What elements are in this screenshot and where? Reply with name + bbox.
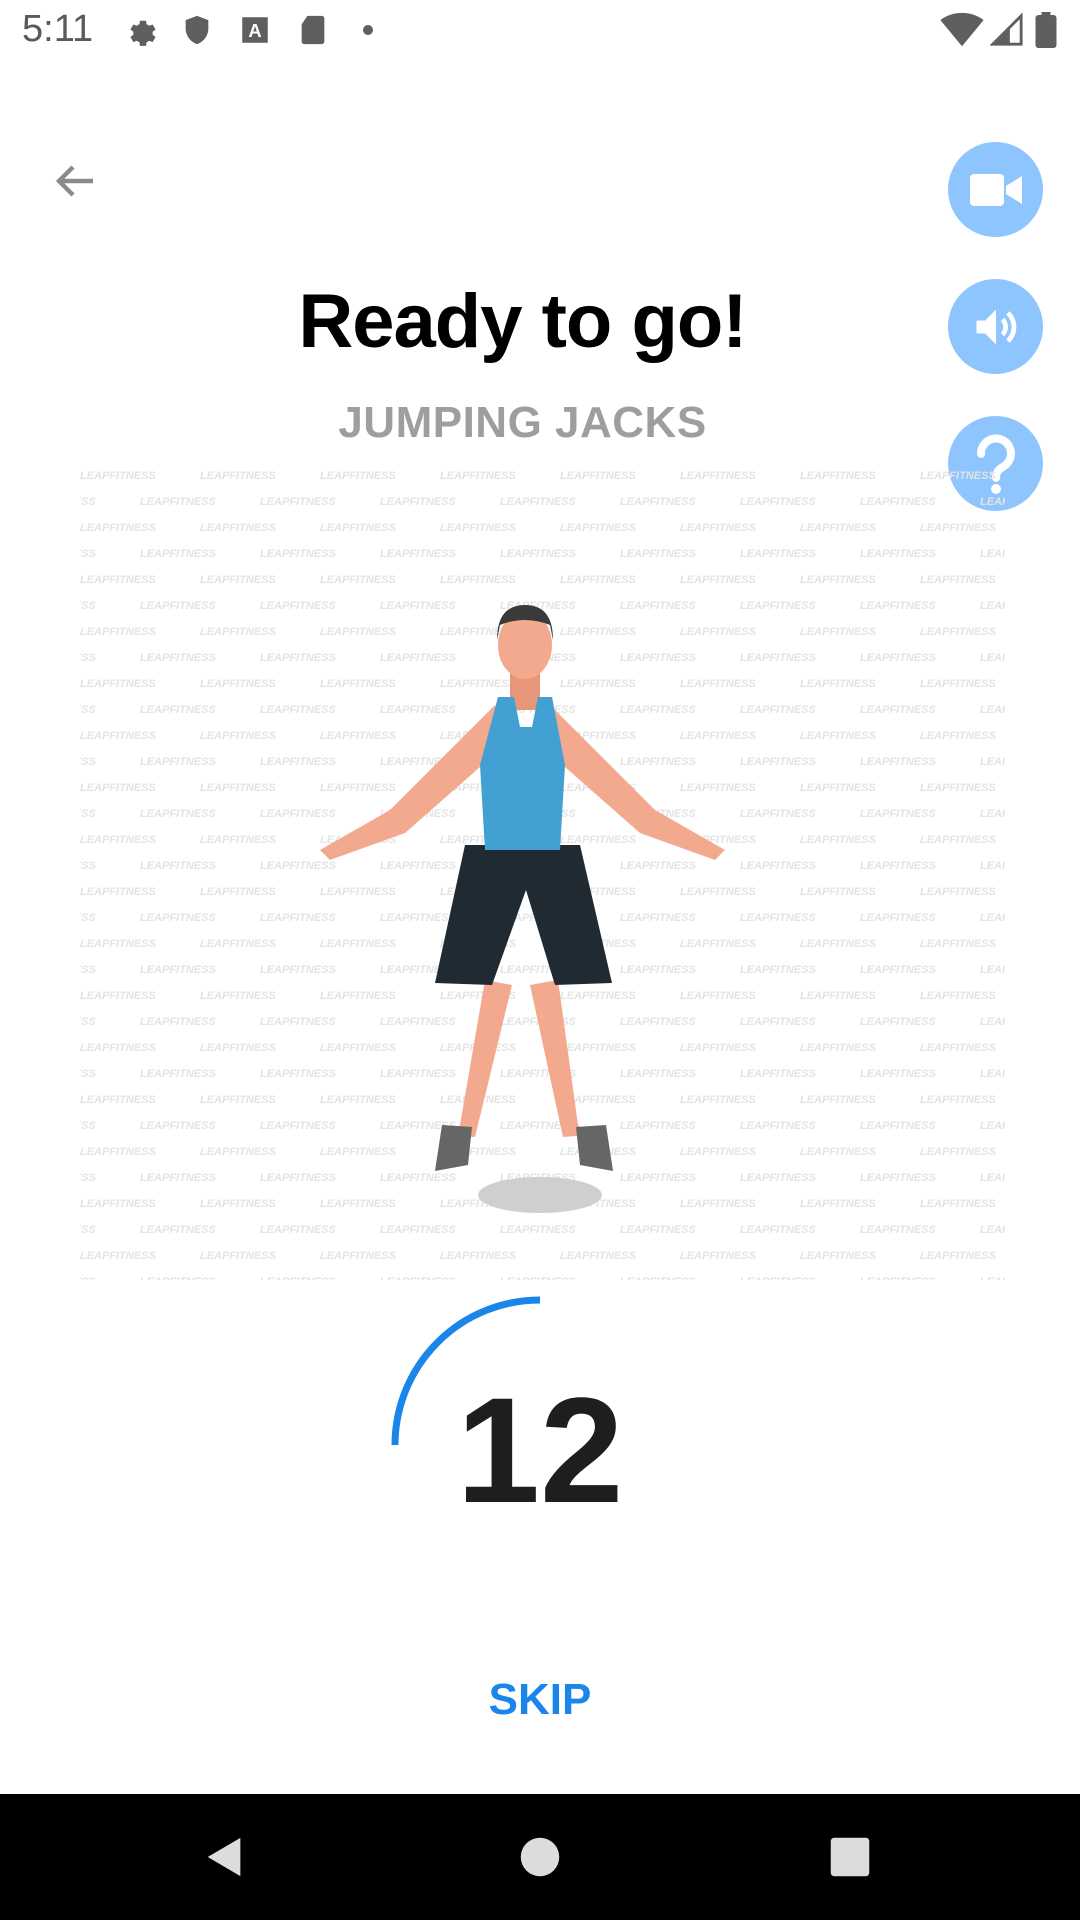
status-time: 5:11 xyxy=(22,8,94,50)
a-badge-icon: A xyxy=(242,17,268,43)
dot-icon xyxy=(363,25,373,35)
signal-icon xyxy=(990,12,1023,46)
recents-square-icon xyxy=(830,1837,870,1877)
status-bar: 5:11 A xyxy=(0,0,1080,64)
video-camera-icon xyxy=(969,173,1022,206)
floor-shadow xyxy=(478,1177,602,1213)
page-title: Ready to go! xyxy=(298,279,747,364)
exercise-illustration: LEAPFITNESS LEAPFITNESS LEAPFITNESS xyxy=(80,465,1005,1280)
shield-icon xyxy=(185,15,209,45)
exercise-name: JUMPING JACKS xyxy=(338,398,707,447)
video-button[interactable] xyxy=(948,142,1043,237)
home-circle-icon xyxy=(520,1837,560,1877)
battery-icon xyxy=(1035,12,1057,48)
svg-text:A: A xyxy=(248,20,261,41)
back-button[interactable] xyxy=(40,146,110,216)
arrow-left-icon xyxy=(55,165,93,197)
nav-recents-button[interactable] xyxy=(815,1822,885,1892)
nav-back-button[interactable] xyxy=(190,1822,260,1892)
wifi-icon xyxy=(940,12,984,47)
back-triangle-icon xyxy=(207,1837,241,1877)
sd-card-icon xyxy=(301,15,325,45)
skip-button[interactable]: SKIP xyxy=(460,1665,620,1735)
system-nav-bar xyxy=(0,1794,1080,1920)
countdown-number: 12 xyxy=(456,1366,624,1534)
settings-icon xyxy=(130,20,156,46)
nav-home-button[interactable] xyxy=(505,1822,575,1892)
